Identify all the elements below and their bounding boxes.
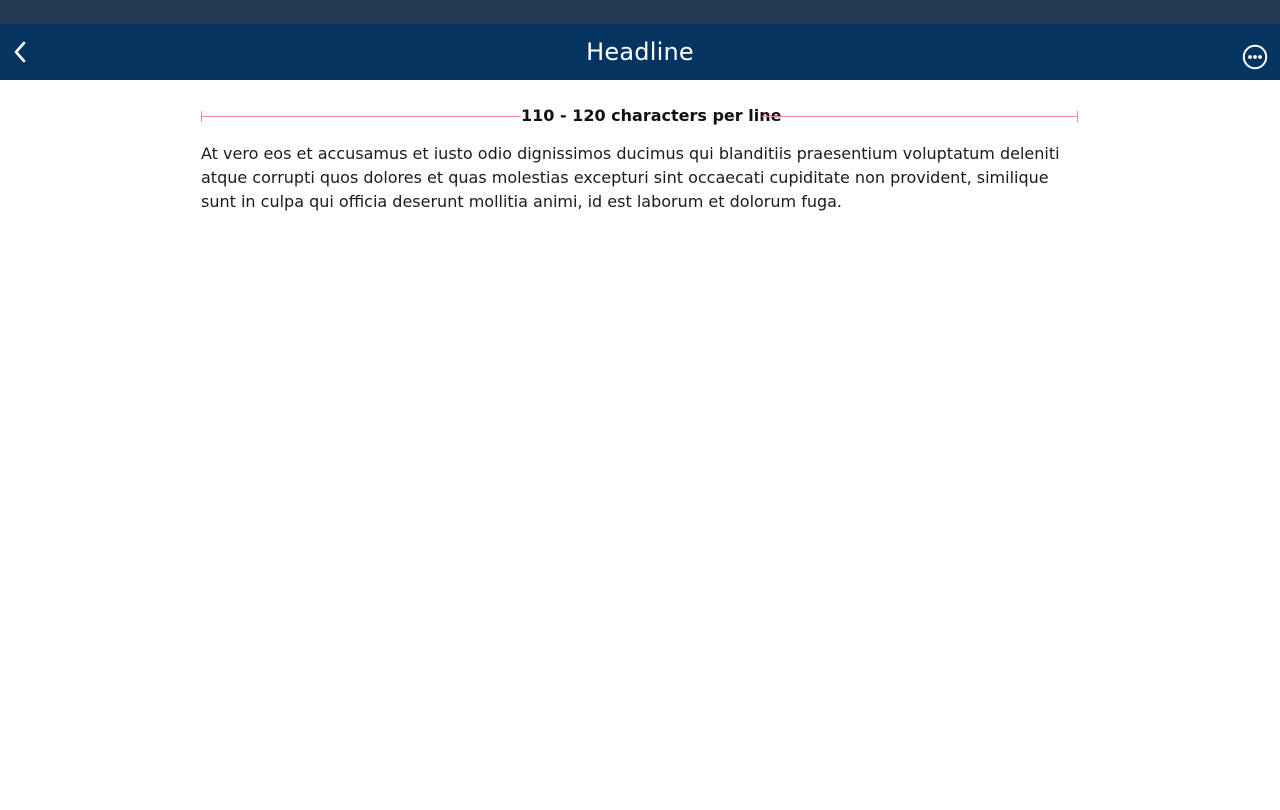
measure-line-left [201, 116, 521, 117]
navigation-bar: Headline [0, 24, 1280, 80]
status-bar [0, 0, 1280, 24]
measure-label: 110 - 120 characters per line [521, 106, 782, 125]
page-title: Headline [586, 38, 694, 66]
line-length-measure: 110 - 120 characters per line [201, 104, 1078, 128]
body-paragraph: At vero eos et accusamus et iusto odio d… [201, 144, 1060, 211]
more-options-button[interactable] [1240, 42, 1270, 72]
more-horizontal-circle-icon [1242, 44, 1268, 70]
measure-tick-right [1077, 111, 1078, 122]
measure-line-right [762, 116, 1078, 117]
